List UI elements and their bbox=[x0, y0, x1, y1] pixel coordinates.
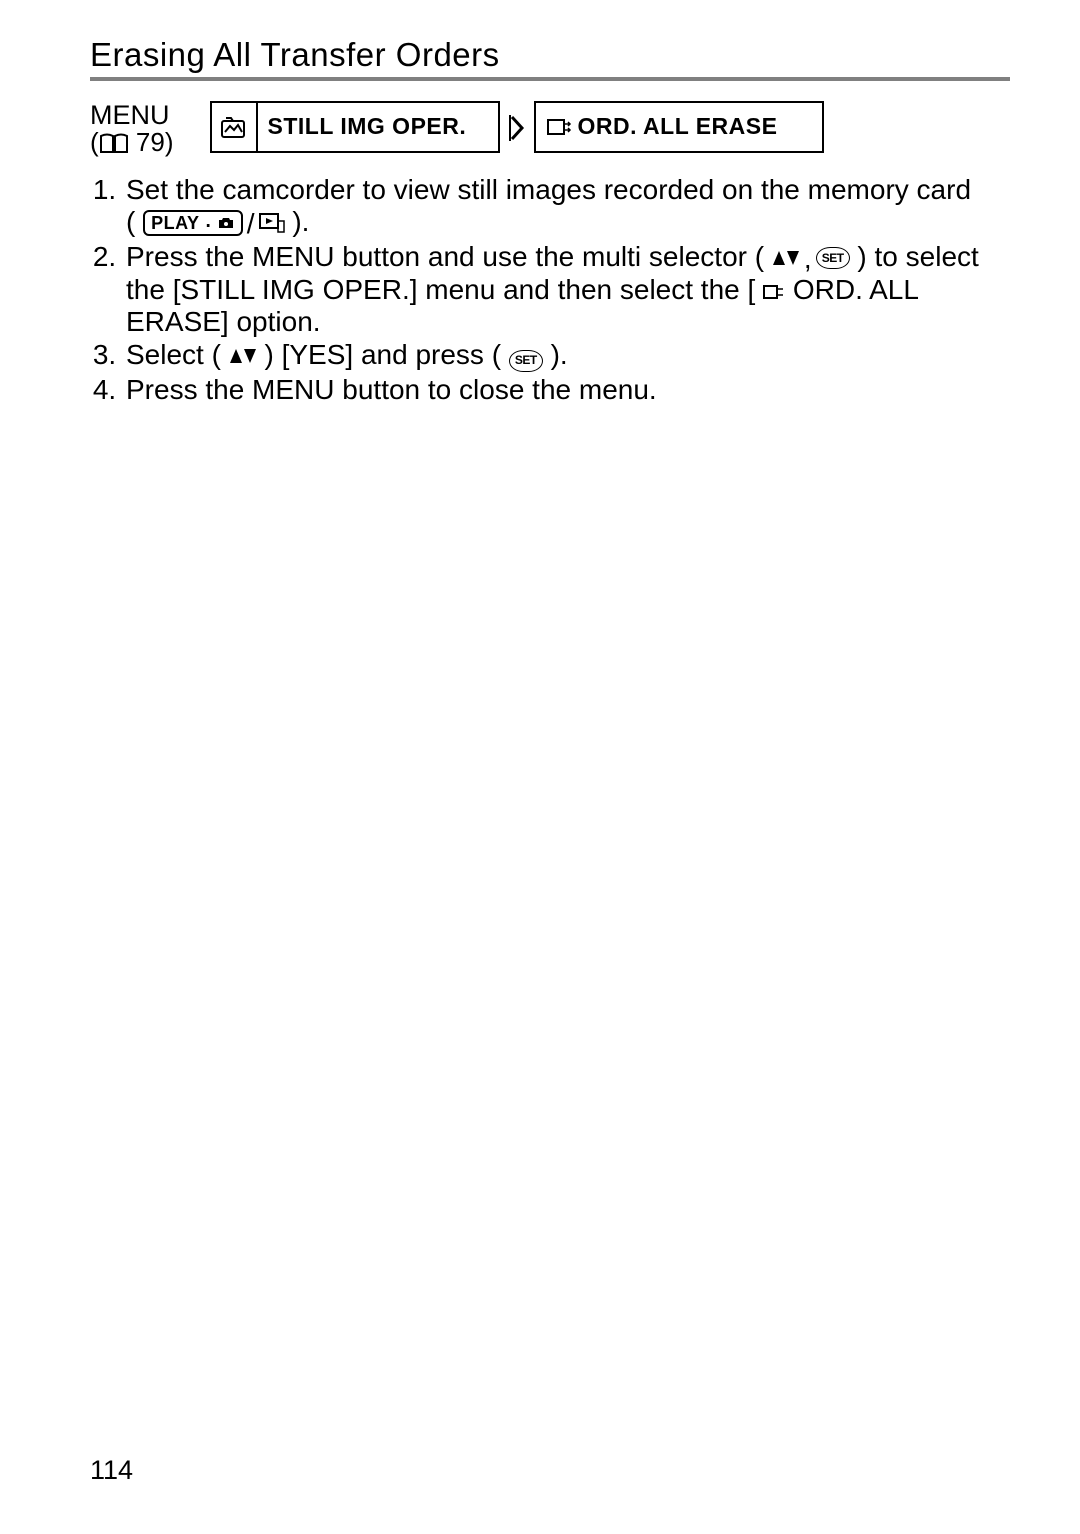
menu-path-label-2: ORD. ALL ERASE bbox=[536, 113, 792, 140]
menu-reference: MENU ( 79) bbox=[90, 101, 174, 157]
step-3: Select ( ) [YES] and press ( SET ). bbox=[124, 339, 1010, 372]
manual-page: Erasing All Transfer Orders MENU ( 79) S… bbox=[0, 0, 1080, 1534]
transfer-order-icon bbox=[546, 116, 572, 138]
menu-path-row: MENU ( 79) STILL IMG OPER. bbox=[90, 101, 1010, 157]
updown-icon bbox=[772, 248, 800, 268]
step-2: Press the MENU button and use the multi … bbox=[124, 241, 1010, 337]
menu-ref-number: 79 bbox=[136, 129, 165, 156]
page-number: 114 bbox=[90, 1455, 133, 1486]
play-mode-indicator: PLAY · / bbox=[143, 208, 284, 239]
section-title: Erasing All Transfer Orders bbox=[90, 35, 1010, 81]
step-1: Set the camcorder to view still images r… bbox=[124, 174, 1010, 239]
menu-label: MENU bbox=[90, 101, 174, 129]
play-card-icon bbox=[259, 213, 285, 233]
set-button-icon: SET bbox=[509, 350, 543, 372]
step-4: Press the MENU button to close the menu. bbox=[124, 374, 1010, 405]
instruction-list: Set the camcorder to view still images r… bbox=[90, 174, 1010, 405]
image-tools-icon bbox=[212, 103, 258, 151]
menu-page-ref: ( 79) bbox=[90, 129, 174, 156]
play-camera-badge: PLAY · bbox=[143, 210, 243, 236]
updown-icon bbox=[229, 346, 257, 366]
camera-icon bbox=[217, 216, 235, 230]
transfer-order-icon bbox=[763, 283, 785, 301]
book-icon bbox=[99, 132, 129, 154]
menu-path-label-1: STILL IMG OPER. bbox=[258, 113, 481, 140]
menu-path-box-2: ORD. ALL ERASE bbox=[534, 101, 824, 153]
chevron-right-icon bbox=[506, 101, 528, 157]
menu-path-box-1: STILL IMG OPER. bbox=[210, 101, 500, 153]
set-button-icon: SET bbox=[816, 247, 850, 269]
